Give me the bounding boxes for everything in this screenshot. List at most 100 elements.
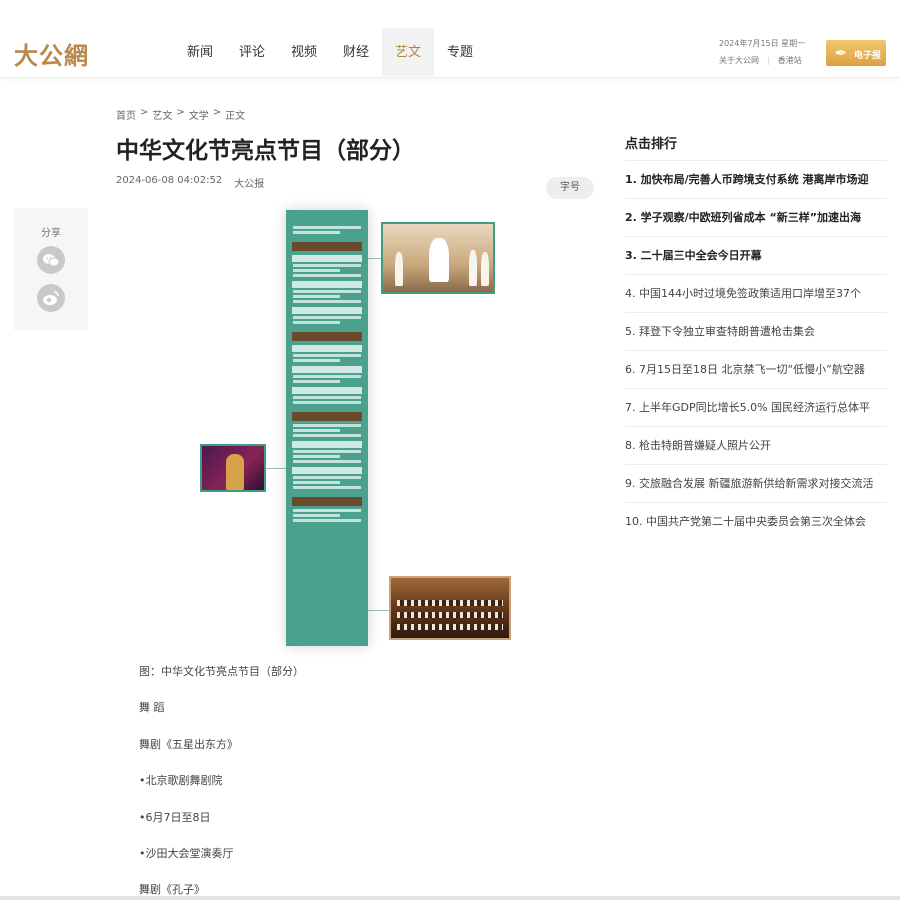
infographic-text-line [293,396,361,399]
article-title: 中华文化节亮点节目（部分） [116,138,415,164]
ranking-item[interactable]: 2. 学子观察/中欧班列省成本 “新三样”加速出海 [625,198,887,236]
infographic-item-bar [292,441,362,448]
connector-line [368,610,389,611]
dance-performance-photo [381,222,495,294]
infographic-text-line [293,300,361,303]
hk-site-link[interactable]: 香港站 [778,55,802,66]
share-panel: 分享 [14,208,88,330]
weibo-share-button[interactable] [37,284,65,312]
infographic-text-line [293,264,361,267]
site-header: 大公網 新闻 评论 视频 财经 艺文 专题 2024年7月15日 星期一 关于大… [0,0,900,78]
infographic-text-line [293,460,361,463]
ranking-item[interactable]: 9. 交旅融合发展 新疆旅游新供给新需求对接交流活 [625,464,887,502]
article-infographic [118,206,596,648]
infographic-text-line [293,290,361,293]
nav-item-opinion[interactable]: 评论 [226,28,278,76]
infographic-item-bar [292,255,362,262]
infographic-text-line [293,316,361,319]
breadcrumb-separator: > [212,107,222,118]
ranking-item[interactable]: 5. 拜登下令独立审查特朗普遭枪击集会 [625,312,887,350]
infographic-category-bar [292,412,362,421]
breadcrumb-separator: > [140,107,149,118]
orchestra-row [397,612,503,618]
connector-line [266,468,286,469]
infographic-heading-line [293,231,340,234]
infographic-item-bar [292,281,362,288]
infographic-category-bar [292,242,362,251]
dancer-figure [395,252,403,286]
site-logo[interactable]: 大公網 [14,36,89,71]
nav-item-news[interactable]: 新闻 [174,28,226,76]
ranking-list: 1. 加快布局/完善人币跨境支付系统 港离岸市场迎 2. 学子观察/中欧班列省成… [625,160,887,540]
ranking-item[interactable]: 6. 7月15日至18日 北京禁飞一切“低慢小”航空器 [625,350,887,388]
program-infographic-column [286,210,368,646]
nav-item-finance[interactable]: 财经 [330,28,382,76]
article-paragraph: 舞剧《五星出东方》 [139,738,238,751]
ranking-item[interactable]: 4. 中国144小时过境免签政策适用口岸增至37个 [625,274,887,312]
infographic-item-bar [292,345,362,352]
orchestra-row [397,600,503,606]
infographic-text-line [293,434,361,437]
wechat-icon [43,254,60,267]
breadcrumb: 首页 > 艺文 > 文学 > 正文 [116,107,249,122]
infographic-item-bar [292,467,362,474]
breadcrumb-home[interactable]: 首页 [116,107,136,122]
font-size-button[interactable]: 字号 [546,177,594,199]
breadcrumb-arts[interactable]: 艺文 [152,107,172,122]
article-datetime: 2024-06-08 04:02:52 [116,175,223,186]
epaper-button[interactable]: ✒ 电子报 [826,40,886,66]
wechat-share-button[interactable] [37,246,65,274]
share-label: 分享 [41,228,61,239]
article-meta: 2024-06-08 04:02:52 大公报 [116,175,264,190]
infographic-text-line [293,375,361,378]
infographic-text-line [293,274,361,277]
orchestra-performance-photo [389,576,511,640]
nav-item-video[interactable]: 视频 [278,28,330,76]
ranking-item[interactable]: 10. 中国共产党第二十届中央委员会第三次全体会 [625,502,887,540]
infographic-item-bar [292,387,362,394]
infographic-item-bar [292,366,362,373]
pen-icon: ✒ [834,44,848,62]
dancer-figure [481,252,489,286]
article-paragraph: •北京歌剧舞剧院 [139,774,223,787]
infographic-text-line [293,380,340,383]
article-paragraph: •6月7日至8日 [139,811,211,824]
infographic-text-line [293,354,361,357]
infographic-text-line [293,424,361,427]
infographic-item-bar [292,307,362,314]
ranking-item[interactable]: 1. 加快布局/完善人币跨境支付系统 港离岸市场迎 [625,160,887,198]
nav-item-arts[interactable]: 艺文 [382,28,434,76]
article-paragraph: •沙田大会堂演奏厅 [139,847,234,860]
page-bottom-border [0,896,900,900]
nav-item-special[interactable]: 专题 [434,28,486,76]
infographic-text-line [293,269,340,272]
article-paragraph: 舞 蹈 [139,701,165,714]
infographic-text-line [293,359,340,362]
opera-performance-photo [200,444,266,492]
infographic-text-line [293,450,361,453]
infographic-text-line [293,295,340,298]
infographic-text-line [293,455,340,458]
performer-figure [226,454,244,490]
link-divider: | [767,56,770,65]
breadcrumb-current: 正文 [225,111,246,122]
infographic-text-line [293,429,340,432]
ranking-item[interactable]: 7. 上半年GDP同比增长5.0% 国民经济运行总体平 [625,388,887,426]
infographic-text-line [293,476,361,479]
about-link[interactable]: 关于大公网 [719,55,759,66]
infographic-category-bar [292,332,362,341]
breadcrumb-literature[interactable]: 文学 [189,107,209,122]
article-source: 大公报 [234,179,265,190]
infographic-text-line [293,401,361,404]
article-paragraph: 舞剧《孔子》 [139,883,205,896]
ranking-item[interactable]: 3. 二十届三中全会今日开幕 [625,236,887,274]
infographic-text-line [293,509,361,512]
infographic-text-line [293,519,361,522]
infographic-text-line [293,481,340,484]
epaper-label: 电子报 [853,51,881,61]
header-date: 2024年7月15日 星期一 [719,39,806,48]
dancer-figure [429,238,449,282]
ranking-item[interactable]: 8. 枪击特朗普嫌疑人照片公开 [625,426,887,464]
header-links: 关于大公网 | 香港站 [719,55,802,66]
weibo-icon [43,291,59,305]
